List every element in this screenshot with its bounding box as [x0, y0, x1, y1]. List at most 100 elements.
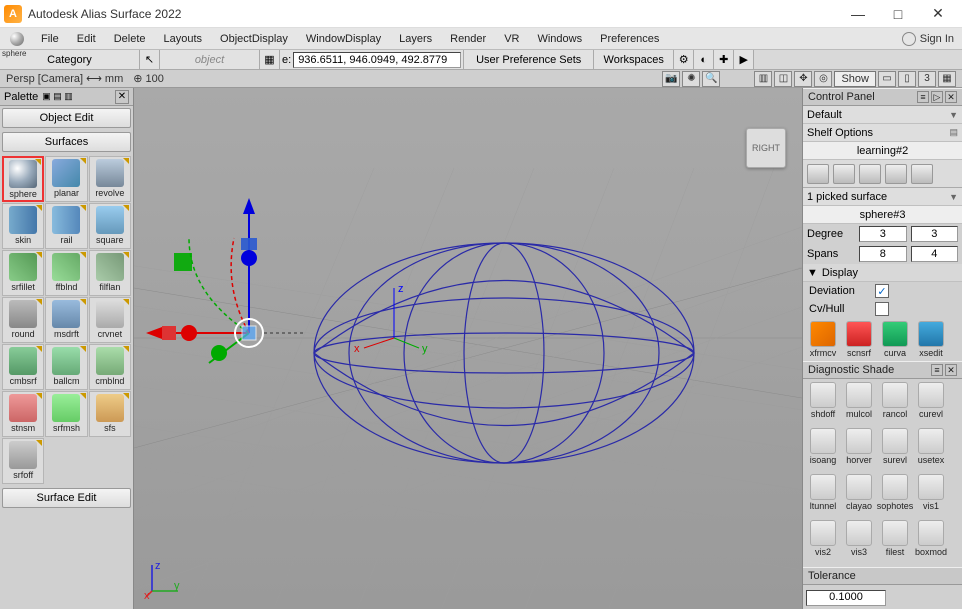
- shelf-icon-2[interactable]: [833, 164, 855, 184]
- eval-xsedit[interactable]: xsedit: [914, 321, 948, 358]
- coord-readout[interactable]: [293, 52, 461, 68]
- diag-mulcol[interactable]: mulcol: [842, 382, 876, 426]
- diag-vis1[interactable]: vis1: [914, 474, 948, 518]
- section-object-edit[interactable]: Object Edit: [2, 108, 131, 128]
- user-pref-button[interactable]: User Preference Sets: [464, 50, 594, 69]
- view-layout-3[interactable]: 3: [918, 71, 936, 87]
- diag-vis2[interactable]: vis2: [806, 520, 840, 564]
- diag-sophotes[interactable]: sophotes: [878, 474, 912, 518]
- eval-curva[interactable]: curva: [878, 321, 912, 358]
- tool-revolve[interactable]: revolve: [89, 156, 131, 202]
- coord-mode-icon[interactable]: ▦: [260, 50, 280, 69]
- shelf-options-row[interactable]: Shelf Options▤: [803, 124, 962, 142]
- panel-close-icon[interactable]: ✕: [945, 91, 957, 103]
- maximize-button[interactable]: □: [878, 0, 918, 28]
- tool-srfoff[interactable]: srfoff: [2, 438, 44, 484]
- view-icon-c[interactable]: ✥: [794, 71, 812, 87]
- toolbar-icon-3[interactable]: ✚: [714, 50, 734, 69]
- tool-square[interactable]: square: [89, 203, 131, 249]
- view-icon-camera[interactable]: 📷: [662, 71, 680, 87]
- diag-curevl[interactable]: curevl: [914, 382, 948, 426]
- camera-label[interactable]: Persp [Camera] ⟷ mm: [6, 72, 123, 85]
- tool-ballcm[interactable]: ballcm: [45, 344, 87, 390]
- view-icon-magnify[interactable]: 🔍: [702, 71, 720, 87]
- shelf-tab[interactable]: learning#2: [803, 142, 962, 160]
- tool-srfmsh[interactable]: srfmsh: [45, 391, 87, 437]
- menu-objectdisplay[interactable]: ObjectDisplay: [211, 30, 297, 48]
- tool-ffblnd[interactable]: ffblnd: [45, 250, 87, 296]
- tool-rail[interactable]: rail: [45, 203, 87, 249]
- tool-sphere[interactable]: sphere: [2, 156, 44, 202]
- tool-skin[interactable]: skin: [2, 203, 44, 249]
- tool-crvnet[interactable]: crvnet: [89, 297, 131, 343]
- diag-menu-icon[interactable]: ≡: [931, 364, 943, 376]
- section-surfaces[interactable]: Surfaces: [2, 132, 131, 152]
- diag-filest[interactable]: filest: [878, 520, 912, 564]
- palette-close-icon[interactable]: ✕: [115, 90, 129, 104]
- view-icon-a[interactable]: ▥: [754, 71, 772, 87]
- diag-vis3[interactable]: vis3: [842, 520, 876, 564]
- shelf-icon-4[interactable]: [885, 164, 907, 184]
- menu-render[interactable]: Render: [441, 30, 495, 48]
- signin-button[interactable]: Sign In: [894, 32, 962, 46]
- display-section-header[interactable]: ▼ Display: [803, 264, 962, 282]
- diag-close-icon[interactable]: ✕: [945, 364, 957, 376]
- object-cell[interactable]: object: [160, 50, 260, 69]
- view-layout-2[interactable]: ▯: [898, 71, 916, 87]
- view-icon-d[interactable]: ◎: [814, 71, 832, 87]
- view-cube[interactable]: RIGHT: [746, 128, 786, 168]
- shelf-icon-3[interactable]: [859, 164, 881, 184]
- cvhull-checkbox[interactable]: [875, 302, 889, 316]
- diag-surevl[interactable]: surevl: [878, 428, 912, 472]
- view-icon-light[interactable]: ✺: [682, 71, 700, 87]
- viewport[interactable]: z x y: [134, 88, 802, 609]
- active-tool-thumb[interactable]: [2, 29, 32, 49]
- menu-edit[interactable]: Edit: [68, 30, 105, 48]
- tool-cmbsrf[interactable]: cmbsrf: [2, 344, 44, 390]
- menu-windowdisplay[interactable]: WindowDisplay: [297, 30, 390, 48]
- spans-v-input[interactable]: 4: [911, 246, 959, 262]
- eval-xfrmcv[interactable]: xfrmcv: [806, 321, 840, 358]
- tool-cmblnd[interactable]: cmblnd: [89, 344, 131, 390]
- picker-icon[interactable]: ↖: [140, 50, 160, 69]
- degree-u-input[interactable]: 3: [859, 226, 907, 242]
- grid-label[interactable]: ⊕ 100: [133, 72, 164, 85]
- toolbar-icon-4[interactable]: ▶: [734, 50, 754, 69]
- deviation-check[interactable]: Deviation ✓: [803, 282, 962, 300]
- view-layout-4[interactable]: ▦: [938, 71, 956, 87]
- menu-file[interactable]: File: [32, 30, 68, 48]
- minimize-button[interactable]: —: [838, 0, 878, 28]
- workspaces-button[interactable]: Workspaces: [594, 50, 674, 69]
- menu-preferences[interactable]: Preferences: [591, 30, 668, 48]
- diag-shdoff[interactable]: shdoff: [806, 382, 840, 426]
- show-button[interactable]: Show: [834, 71, 876, 87]
- toolbar-icon-1[interactable]: ⚙: [674, 50, 694, 69]
- tool-msdrft[interactable]: msdrft: [45, 297, 87, 343]
- picked-surface-row[interactable]: 1 picked surface▼: [803, 188, 962, 206]
- view-icon-b[interactable]: ◫: [774, 71, 792, 87]
- cvhull-check[interactable]: Cv/Hull: [803, 300, 962, 318]
- menu-layouts[interactable]: Layouts: [155, 30, 212, 48]
- menu-delete[interactable]: Delete: [105, 30, 155, 48]
- default-dropdown[interactable]: Default▼: [803, 106, 962, 124]
- diag-usetex[interactable]: usetex: [914, 428, 948, 472]
- diag-rancol[interactable]: rancol: [878, 382, 912, 426]
- panel-undock-icon[interactable]: ▷: [931, 91, 943, 103]
- diag-isoang[interactable]: isoang: [806, 428, 840, 472]
- shelf-icon-1[interactable]: [807, 164, 829, 184]
- eval-scnsrf[interactable]: scnsrf: [842, 321, 876, 358]
- menu-layers[interactable]: Layers: [390, 30, 441, 48]
- tolerance-input[interactable]: 0.1000: [806, 590, 886, 606]
- tool-stnsm[interactable]: stnsm: [2, 391, 44, 437]
- view-layout-1[interactable]: ▭: [878, 71, 896, 87]
- spans-u-input[interactable]: 8: [859, 246, 907, 262]
- diag-boxmod[interactable]: boxmod: [914, 520, 948, 564]
- tool-planar[interactable]: planar: [45, 156, 87, 202]
- tool-srfillet[interactable]: srfillet: [2, 250, 44, 296]
- deviation-checkbox[interactable]: ✓: [875, 284, 889, 298]
- tool-sfs[interactable]: sfs: [89, 391, 131, 437]
- object-name-row[interactable]: sphere#3: [803, 206, 962, 224]
- menu-vr[interactable]: VR: [495, 30, 528, 48]
- section-surface-edit[interactable]: Surface Edit: [2, 488, 131, 508]
- close-button[interactable]: ✕: [918, 0, 958, 28]
